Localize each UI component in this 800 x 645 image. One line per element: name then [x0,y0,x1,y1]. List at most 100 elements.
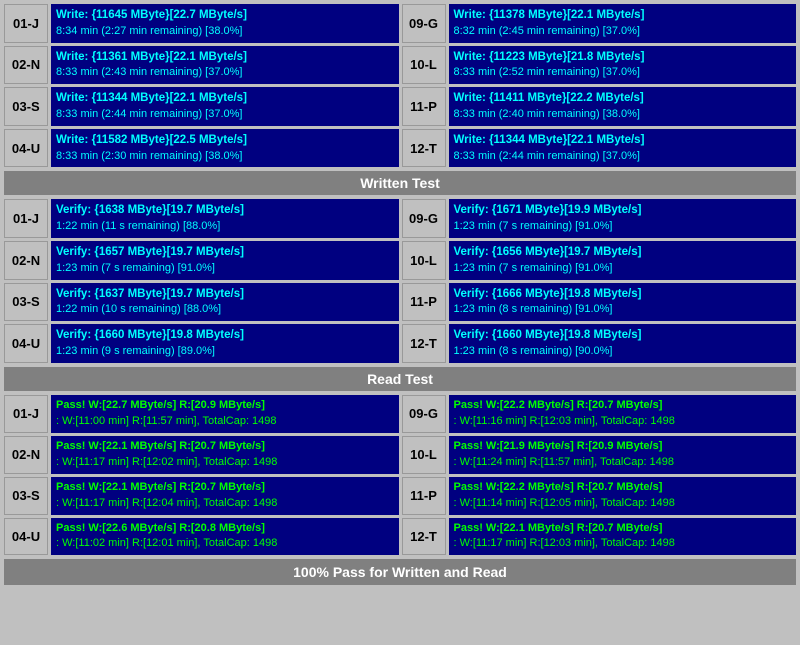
cell-line2: 8:33 min (2:30 min remaining) [38.0%] [56,149,394,165]
cell-right: Verify: {1666 MByte}[19.8 MByte/s]1:23 m… [449,283,797,322]
cell-line2: : W:[11:00 min] R:[11:57 min], TotalCap:… [56,414,394,430]
cell-line2: : W:[11:17 min] R:[12:04 min], TotalCap:… [56,496,394,512]
data-row: 03-SVerify: {1637 MByte}[19.7 MByte/s]1:… [4,283,796,322]
cell-line2: : W:[11:02 min] R:[12:01 min], TotalCap:… [56,536,394,552]
cell-left: Verify: {1657 MByte}[19.7 MByte/s]1:23 m… [51,241,399,280]
cell-right: Write: {11344 MByte}[22.1 MByte/s]8:33 m… [449,129,797,168]
cell-line2: : W:[11:17 min] R:[12:03 min], TotalCap:… [454,536,792,552]
cell-line2: 8:34 min (2:27 min remaining) [38.0%] [56,24,394,40]
device-id-right: 12-T [402,518,446,556]
device-id-right: 12-T [402,129,446,168]
cell-line2: 1:23 min (7 s remaining) [91.0%] [454,219,792,235]
pass-section: 01-JPass! W:[22.7 MByte/s] R:[20.9 MByte… [4,395,796,556]
device-id-left: 02-N [4,436,48,474]
cell-line1: Verify: {1660 MByte}[19.8 MByte/s] [454,327,792,344]
cell-left: Write: {11582 MByte}[22.5 MByte/s]8:33 m… [51,129,399,168]
cell-line1: Pass! W:[22.1 MByte/s] R:[20.7 MByte/s] [56,439,394,455]
device-id-right: 10-L [402,241,446,280]
device-id-right: 09-G [402,199,446,238]
cell-left: Write: {11361 MByte}[22.1 MByte/s]8:33 m… [51,46,399,85]
cell-left: Pass! W:[22.6 MByte/s] R:[20.8 MByte/s]:… [51,518,399,556]
cell-line2: 1:23 min (8 s remaining) [90.0%] [454,344,792,360]
write-rows: 01-JWrite: {11645 MByte}[22.7 MByte/s]8:… [4,4,796,167]
device-id-right: 09-G [402,395,446,433]
cell-right: Verify: {1656 MByte}[19.7 MByte/s]1:23 m… [449,241,797,280]
cell-line1: Pass! W:[22.2 MByte/s] R:[20.7 MByte/s] [454,398,792,414]
bottom-status: 100% Pass for Written and Read [4,559,796,585]
cell-line1: Write: {11582 MByte}[22.5 MByte/s] [56,132,394,149]
cell-line1: Pass! W:[21.9 MByte/s] R:[20.9 MByte/s] [454,439,792,455]
pass-rows: 01-JPass! W:[22.7 MByte/s] R:[20.9 MByte… [4,395,796,556]
cell-line1: Write: {11344 MByte}[22.1 MByte/s] [454,132,792,149]
cell-left: Pass! W:[22.1 MByte/s] R:[20.7 MByte/s]:… [51,477,399,515]
write-label: Written Test [4,171,796,195]
cell-line1: Write: {11344 MByte}[22.1 MByte/s] [56,90,394,107]
cell-right: Verify: {1671 MByte}[19.9 MByte/s]1:23 m… [449,199,797,238]
cell-line2: 1:23 min (7 s remaining) [91.0%] [56,261,394,277]
cell-line2: 8:33 min (2:44 min remaining) [37.0%] [56,107,394,123]
device-id-left: 04-U [4,324,48,363]
device-id-right: 12-T [402,324,446,363]
cell-line1: Pass! W:[22.1 MByte/s] R:[20.7 MByte/s] [454,521,792,537]
write-section: 01-JWrite: {11645 MByte}[22.7 MByte/s]8:… [4,4,796,195]
data-row: 02-N Pass! W:[22.1 MByte/s] R:[20.7 MByte… [4,436,796,474]
cell-right: Pass! W:[21.9 MByte/s] R:[20.9 MByte/s]:… [449,436,797,474]
verify-rows: 01-JVerify: {1638 MByte}[19.7 MByte/s]1:… [4,199,796,362]
cell-line1: Pass! W:[22.1 MByte/s] R:[20.7 MByte/s] [56,480,394,496]
cell-left: Verify: {1660 MByte}[19.8 MByte/s]1:23 m… [51,324,399,363]
device-id-left: 02-N [4,46,48,85]
cell-right: Write: {11411 MByte}[22.2 MByte/s]8:33 m… [449,87,797,126]
cell-right: Pass! W:[22.1 MByte/s] R:[20.7 MByte/s]:… [449,518,797,556]
cell-line1: Write: {11411 MByte}[22.2 MByte/s] [454,90,792,107]
device-id-left: 03-S [4,477,48,515]
cell-line2: 8:33 min (2:44 min remaining) [37.0%] [454,149,792,165]
cell-line2: 8:32 min (2:45 min remaining) [37.0%] [454,24,792,40]
cell-line2: 1:23 min (7 s remaining) [91.0%] [454,261,792,277]
cell-line2: 1:23 min (9 s remaining) [89.0%] [56,344,394,360]
cell-line2: : W:[11:17 min] R:[12:02 min], TotalCap:… [56,455,394,471]
cell-line1: Verify: {1657 MByte}[19.7 MByte/s] [56,244,394,261]
cell-line2: : W:[11:14 min] R:[12:05 min], TotalCap:… [454,496,792,512]
data-row: 03-SPass! W:[22.1 MByte/s] R:[20.7 MByte… [4,477,796,515]
cell-line1: Write: {11361 MByte}[22.1 MByte/s] [56,49,394,66]
data-row: 04-UPass! W:[22.6 MByte/s] R:[20.8 MByte… [4,518,796,556]
device-id-right: 11-P [402,87,446,126]
main-container: 01-JWrite: {11645 MByte}[22.7 MByte/s]8:… [0,0,800,589]
data-row: 01-JPass! W:[22.7 MByte/s] R:[20.9 MByte… [4,395,796,433]
data-row: 01-JWrite: {11645 MByte}[22.7 MByte/s]8:… [4,4,796,43]
cell-right: Write: {11223 MByte}[21.8 MByte/s]8:33 m… [449,46,797,85]
device-id-left: 03-S [4,87,48,126]
cell-line2: 1:23 min (8 s remaining) [91.0%] [454,302,792,318]
cell-right: Write: {11378 MByte}[22.1 MByte/s]8:32 m… [449,4,797,43]
device-id-right: 10-L [402,436,446,474]
cell-line2: 8:33 min (2:40 min remaining) [38.0%] [454,107,792,123]
cell-line1: Verify: {1637 MByte}[19.7 MByte/s] [56,286,394,303]
cell-line1: Pass! W:[22.2 MByte/s] R:[20.7 MByte/s] [454,480,792,496]
verify-section: 01-JVerify: {1638 MByte}[19.7 MByte/s]1:… [4,199,796,390]
cell-left: Pass! W:[22.7 MByte/s] R:[20.9 MByte/s]:… [51,395,399,433]
cell-line2: 8:33 min (2:52 min remaining) [37.0%] [454,65,792,81]
cell-right: Pass! W:[22.2 MByte/s] R:[20.7 MByte/s]:… [449,477,797,515]
device-id-right: 11-P [402,283,446,322]
cell-line1: Verify: {1666 MByte}[19.8 MByte/s] [454,286,792,303]
device-id-left: 02-N [4,241,48,280]
device-id-left: 01-J [4,4,48,43]
data-row: 04-UVerify: {1660 MByte}[19.8 MByte/s]1:… [4,324,796,363]
cell-line2: 8:33 min (2:43 min remaining) [37.0%] [56,65,394,81]
cell-left: Verify: {1638 MByte}[19.7 MByte/s]1:22 m… [51,199,399,238]
cell-line1: Verify: {1656 MByte}[19.7 MByte/s] [454,244,792,261]
data-row: 03-SWrite: {11344 MByte}[22.1 MByte/s]8:… [4,87,796,126]
data-row: 02-NWrite: {11361 MByte}[22.1 MByte/s]8:… [4,46,796,85]
data-row: 02-NVerify: {1657 MByte}[19.7 MByte/s]1:… [4,241,796,280]
device-id-right: 09-G [402,4,446,43]
cell-line2: 1:22 min (11 s remaining) [88.0%] [56,219,394,235]
read-label: Read Test [4,367,796,391]
device-id-left: 01-J [4,199,48,238]
cell-right: Verify: {1660 MByte}[19.8 MByte/s]1:23 m… [449,324,797,363]
cell-left: Write: {11645 MByte}[22.7 MByte/s]8:34 m… [51,4,399,43]
cell-line1: Write: {11645 MByte}[22.7 MByte/s] [56,7,394,24]
cell-line2: : W:[11:24 min] R:[11:57 min], TotalCap:… [454,455,792,471]
cell-line1: Verify: {1660 MByte}[19.8 MByte/s] [56,327,394,344]
cell-left: Write: {11344 MByte}[22.1 MByte/s]8:33 m… [51,87,399,126]
device-id-left: 04-U [4,518,48,556]
